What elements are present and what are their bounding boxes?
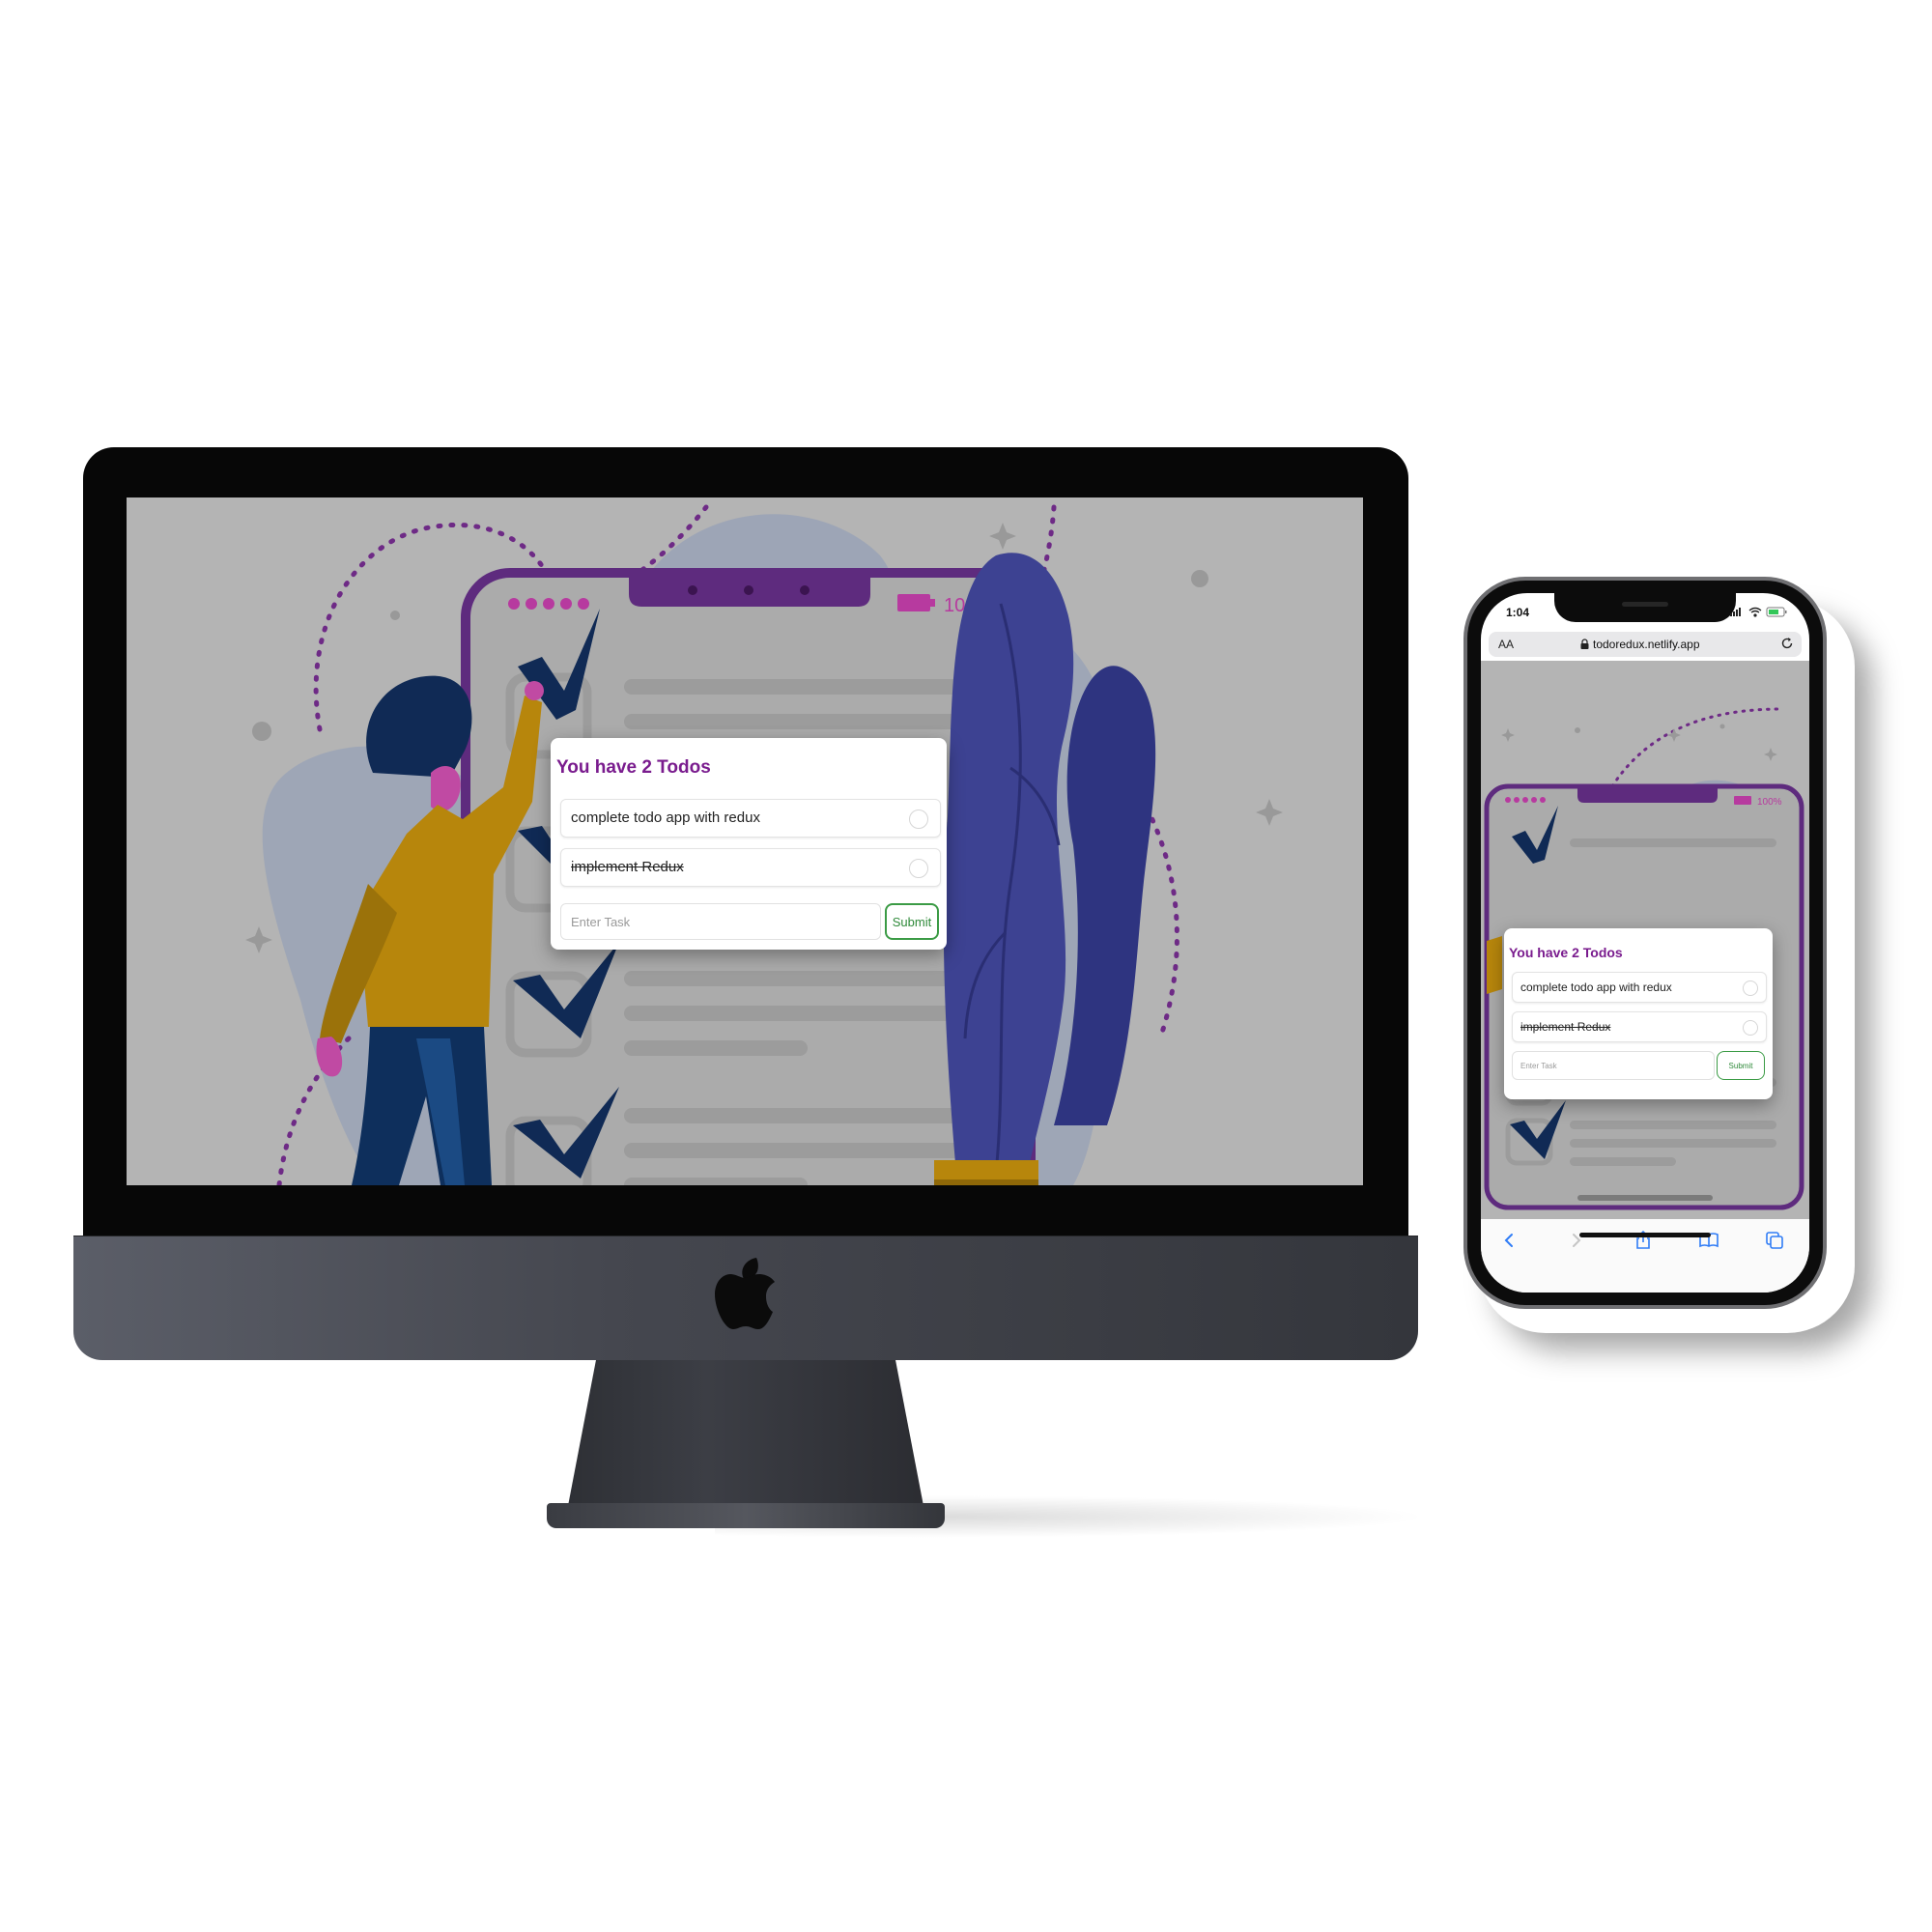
safari-toolbar	[1481, 1219, 1809, 1293]
wifi-icon	[1748, 607, 1762, 617]
iphone-speaker	[1622, 602, 1668, 607]
reader-options-button[interactable]: AA	[1498, 638, 1514, 651]
todo-item[interactable]: implement Redux	[560, 848, 941, 887]
signal-icon	[1730, 608, 1741, 616]
todo-item[interactable]: implement Redux	[1512, 1011, 1767, 1042]
status-icons	[1730, 607, 1787, 617]
battery-label: 100%	[1757, 797, 1782, 808]
reload-icon[interactable]	[1780, 637, 1794, 650]
back-icon[interactable]	[1498, 1229, 1521, 1252]
todo-item[interactable]: complete todo app with redux	[560, 799, 941, 838]
iphone-notch	[1554, 593, 1736, 622]
imac-stand-foot	[547, 1503, 945, 1528]
submit-button[interactable]: Submit	[1717, 1051, 1765, 1080]
battery-icon	[1766, 607, 1787, 617]
tabs-icon[interactable]	[1763, 1229, 1786, 1252]
url-bar[interactable]: AA todoredux.netlify.app	[1489, 632, 1802, 657]
url-text: todoredux.netlify.app	[1593, 638, 1700, 651]
task-input[interactable]	[560, 903, 881, 940]
todo-toggle-checkbox[interactable]	[909, 810, 928, 829]
todo-item[interactable]: complete todo app with redux	[1512, 972, 1767, 1003]
todo-toggle-checkbox[interactable]	[909, 859, 928, 878]
lock-icon	[1580, 639, 1589, 649]
todo-count-title: You have 2 Todos	[1509, 945, 1623, 960]
todo-toggle-checkbox[interactable]	[1743, 1020, 1758, 1036]
task-input[interactable]	[1512, 1051, 1715, 1080]
todo-toggle-checkbox[interactable]	[1743, 980, 1758, 996]
todo-count-title: You have 2 Todos	[556, 757, 711, 778]
todo-item-text: implement Redux	[571, 859, 684, 875]
submit-button[interactable]: Submit	[885, 903, 939, 940]
desktop-screen: 100%	[127, 497, 1363, 1185]
todo-card: You have 2 Todos complete todo app with …	[551, 738, 947, 950]
home-indicator	[1579, 1233, 1711, 1237]
imac-stand	[564, 1360, 927, 1524]
iphone-display: 1:04 AA todoredux.netlify.app 100% You h…	[1481, 593, 1809, 1293]
status-time: 1:04	[1506, 606, 1530, 619]
phone-screen: 100% You have 2 Todos complete todo app …	[1481, 661, 1809, 1219]
todo-item-text: complete todo app with redux	[571, 810, 760, 826]
todo-card: You have 2 Todos complete todo app with …	[1504, 928, 1773, 1099]
todo-item-text: complete todo app with redux	[1520, 980, 1672, 994]
apple-logo-icon	[715, 1258, 775, 1329]
todo-item-text: implement Redux	[1520, 1020, 1611, 1034]
